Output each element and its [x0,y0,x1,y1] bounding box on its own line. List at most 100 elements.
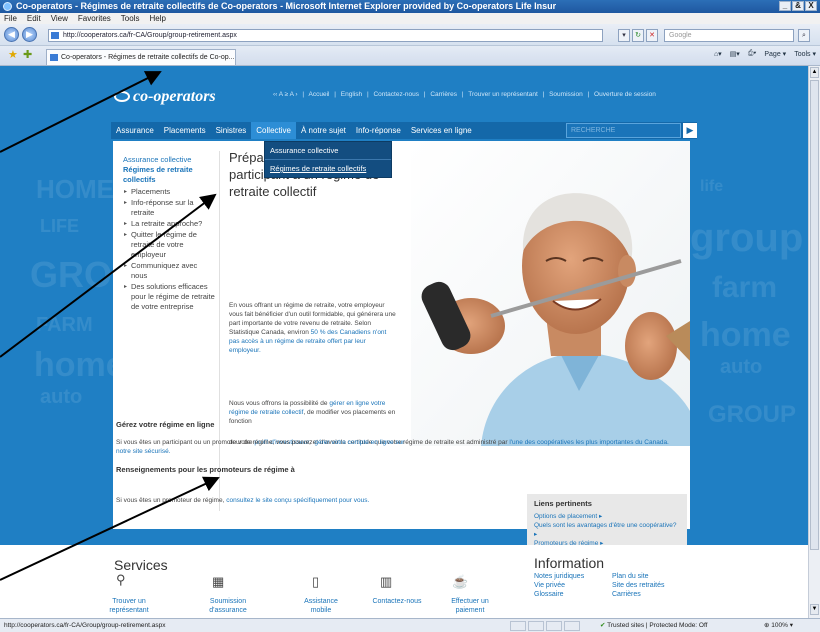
sidebar-item-solutions[interactable]: Des solutions efficaces pour le régime d… [123,282,215,312]
collective-dropdown: Assurance collective Régimes de retraite… [264,141,392,178]
address-bar[interactable]: http://cooperators.ca/fr-CA/Group/group-… [48,29,603,42]
nav-placements[interactable]: Placements [159,122,211,139]
related-links-title: Liens pertinents [534,499,592,508]
info-glossary[interactable]: Glossaire [534,590,584,599]
link-careers[interactable]: Carrières [430,91,457,98]
info-sitemap[interactable]: Plan du site [612,572,665,581]
sidebar-item-info-reponse[interactable]: Info-réponse sur la retraite [123,198,215,218]
menu-help[interactable]: Help [149,13,165,24]
status-bar: http://cooperators.ca/fr-CA/Group/group-… [0,618,820,632]
bg-word: auto [720,356,763,378]
link-english[interactable]: English [341,91,362,98]
info-privacy[interactable]: Vie privée [534,581,584,590]
service-quote[interactable]: Soumission d'assurance [198,597,258,615]
section-manage-heading: Gérez votre régime en ligne [116,420,215,429]
payment-icon[interactable]: ☕ [452,574,468,590]
status-cells [510,621,580,631]
menu-view[interactable]: View [51,13,68,24]
address-toolbar: ◀ ▶ http://cooperators.ca/fr-CA/Group/gr… [0,24,820,46]
refresh-icon[interactable]: ↻ [632,29,644,42]
magnifier-icon[interactable]: ⚲ [116,572,126,588]
cooperatives-link[interactable]: l'une des coopératives les plus importan… [509,439,669,446]
close-button[interactable]: X [805,1,817,11]
bg-word: life [700,178,724,195]
scroll-up-icon[interactable]: ▲ [810,67,819,78]
nav-a-notre-sujet[interactable]: À notre sujet [296,122,351,139]
site-logo[interactable]: co-operators [114,88,216,106]
section-manage-text: Si vous êtes un participant ou un promot… [116,439,313,446]
link-quote[interactable]: Soumission [549,91,583,98]
calculator-icon[interactable]: ▦ [212,574,224,590]
back-button[interactable]: ◀ [4,27,19,42]
info-column-1: Notes juridiques Vie privée Glossaire [534,572,584,599]
text-size-control[interactable]: ‹‹ A ≥ A › [273,91,298,98]
golfer-photo [411,141,690,446]
nav-services-en-ligne[interactable]: Services en ligne [406,122,477,139]
tab-active[interactable]: Co-operators - Régimes de retraite colle… [46,49,236,65]
bg-word: farm [712,271,778,304]
sidebar-item-communiquez[interactable]: Communiquez avec nous [123,261,215,281]
security-zone[interactable]: ✔ Trusted sites | Protected Mode: Off [600,619,707,632]
menu-tools[interactable]: Tools [121,13,140,24]
print-icon[interactable]: ⎙▾ [748,50,757,58]
vertical-scrollbar[interactable]: ▲ ▼ [808,66,820,618]
link-accueil[interactable]: Accueil [309,91,330,98]
bg-word: HOME [36,174,114,204]
service-contact[interactable]: Contactez-nous [372,597,422,606]
favorites-star-icon[interactable]: ★ [8,50,18,61]
page-menu[interactable]: Page ▾ [764,50,786,58]
site-search-input[interactable]: RECHERCHE [566,123,681,138]
sidebar-current[interactable]: Régimes de retraite collectifs [123,165,215,185]
nav-collective[interactable]: Collective [251,122,296,139]
search-icon[interactable]: ⌕ [798,29,810,42]
bg-word: GROUP [708,401,797,428]
nav-assurance[interactable]: Assurance [111,122,159,139]
maximize-button[interactable]: & [792,1,804,11]
status-cell [528,621,544,631]
search-input[interactable]: Google [664,29,794,42]
web-page: HOME LIFE GROUP home FARM auto life grou… [0,66,808,618]
link-contact[interactable]: Contactez-nous [373,91,419,98]
zoom-level[interactable]: ⊕ 100% ▾ [764,619,793,632]
service-payment[interactable]: Effectuer un paiement [440,597,500,615]
home-icon[interactable]: ⌂▾ [714,50,722,58]
scroll-thumb[interactable] [810,80,819,550]
service-find-rep[interactable]: Trouver un représentant [104,597,154,615]
feeds-icon[interactable]: ▤▾ [730,50,740,58]
link-login[interactable]: Ouverture de session [594,91,656,98]
dropdown-arrow-icon[interactable]: ▾ [618,29,630,42]
forward-button[interactable]: ▶ [22,27,37,42]
sidebar-parent-link[interactable]: Assurance collective [123,155,215,165]
info-legal[interactable]: Notes juridiques [534,572,584,581]
mobile-icon[interactable]: ▯ [312,574,319,590]
logo-text: co-operators [133,88,216,105]
section-sponsors-text: Si vous êtes un promoteur de régime, [116,497,225,504]
tools-menu[interactable]: Tools ▾ [794,50,816,58]
site-search-arrow-icon[interactable]: ▶ [683,123,697,138]
sponsor-site-link[interactable]: consultez le site conçu spécifiquement p… [226,497,369,504]
nav-sinistres[interactable]: Sinistres [211,122,252,139]
related-link-options[interactable]: Options de placement ▸ [534,512,680,521]
related-link-advantages[interactable]: Quels sont les avantages d'être une coop… [534,521,680,539]
sidebar-item-quitter-regime[interactable]: Quitter le régime de retraite de votre e… [123,230,215,260]
sidebar-item-placements[interactable]: Placements [123,187,215,197]
service-mobile[interactable]: Assistance mobile [296,597,346,615]
stop-icon[interactable]: ✕ [646,29,658,42]
sidebar-item-retraite-approche[interactable]: La retraite approche? [123,219,215,229]
info-careers[interactable]: Carrières [612,590,665,599]
contact-book-icon[interactable]: ▥ [380,574,392,590]
scroll-down-icon[interactable]: ▼ [810,604,819,615]
tab-toolbar: ★ ✚ Co-operators - Régimes de retraite c… [0,46,820,66]
dropdown-item-group-retirement[interactable]: Régimes de retraite collectifs [265,159,391,177]
menu-file[interactable]: File [4,13,17,24]
minimize-button[interactable]: _ [779,1,791,11]
info-retirees[interactable]: Site des retraités [612,581,665,590]
nav-info-reponse[interactable]: Info-réponse [351,122,406,139]
link-find-rep[interactable]: Trouver un représentant [468,91,538,98]
add-favorite-icon[interactable]: ✚ [23,50,32,61]
menu-favorites[interactable]: Favorites [78,13,111,24]
menu-edit[interactable]: Edit [27,13,41,24]
dropdown-item-group-insurance[interactable]: Assurance collective [265,142,391,159]
screenshot: Co-operators - Régimes de retraite colle… [0,0,820,632]
status-cell [510,621,526,631]
